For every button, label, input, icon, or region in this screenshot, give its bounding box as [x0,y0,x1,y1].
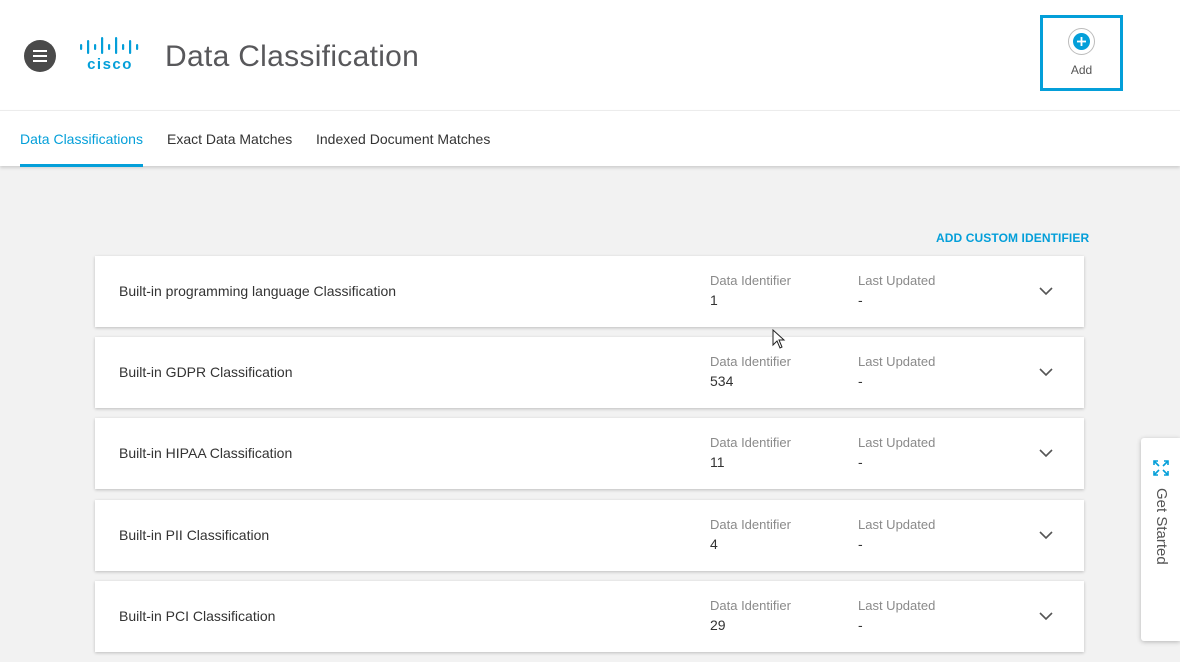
tab-indexed-document-matches[interactable]: Indexed Document Matches [316,111,490,167]
data-identifier-value: 4 [710,536,718,552]
classification-name: Built-in GDPR Classification [119,364,293,380]
expand-arrows-icon [1153,460,1169,476]
add-icon-ring [1068,28,1095,55]
hamburger-icon [33,50,47,62]
data-identifier-value: 1 [710,292,718,308]
get-started-label: Get Started [1153,488,1170,565]
last-updated-value: - [858,454,863,470]
last-updated-label: Last Updated [858,598,936,613]
data-identifier-value: 534 [710,373,734,389]
classification-row[interactable]: Built-in GDPR Classification Data Identi… [95,337,1084,408]
last-updated-value: - [858,292,863,308]
last-updated-value: - [858,373,863,389]
last-updated-value: - [858,536,863,552]
classification-row[interactable]: Built-in PCI Classification Data Identif… [95,581,1084,652]
chevron-down-icon[interactable] [1038,610,1054,622]
classification-row[interactable]: Built-in PII Classification Data Identif… [95,500,1084,571]
cisco-logo: cisco [79,37,141,71]
classification-row[interactable]: Built-in programming language Classifica… [95,256,1084,327]
classification-name: Built-in PII Classification [119,527,270,543]
tab-data-classifications[interactable]: Data Classifications [20,111,143,167]
add-button-label: Add [1070,63,1093,77]
last-updated-label: Last Updated [858,354,936,369]
page-title: Data Classification [165,40,420,73]
data-identifier-value: 29 [710,617,726,633]
tab-exact-data-matches[interactable]: Exact Data Matches [167,111,292,167]
plus-circle-icon [1073,33,1090,50]
add-custom-identifier-link[interactable]: ADD CUSTOM IDENTIFIER [936,231,1089,245]
app-header: cisco Data Classification Add [0,0,1180,110]
last-updated-label: Last Updated [858,517,936,532]
data-identifier-value: 11 [710,454,725,470]
menu-button[interactable] [24,40,56,72]
classification-name: Built-in HIPAA Classification [119,445,293,461]
mouse-pointer-icon [772,328,786,354]
get-started-panel-tab[interactable]: Get Started [1141,438,1180,641]
chevron-down-icon[interactable] [1038,447,1054,459]
svg-text:cisco: cisco [87,56,133,71]
data-identifier-label: Data Identifier [710,598,791,613]
data-identifier-label: Data Identifier [710,435,791,450]
add-button[interactable]: Add [1040,15,1123,91]
chevron-down-icon[interactable] [1038,529,1054,541]
last-updated-label: Last Updated [858,435,936,450]
data-identifier-label: Data Identifier [710,354,791,369]
data-identifier-label: Data Identifier [710,273,791,288]
chevron-down-icon[interactable] [1038,285,1054,297]
tab-bar: Data Classifications Exact Data Matches … [0,110,1180,167]
last-updated-value: - [858,617,863,633]
classification-row[interactable]: Built-in HIPAA Classification Data Ident… [95,418,1084,489]
chevron-down-icon[interactable] [1038,366,1054,378]
last-updated-label: Last Updated [858,273,936,288]
classification-name: Built-in PCI Classification [119,608,276,624]
data-identifier-label: Data Identifier [710,517,791,532]
classification-name: Built-in programming language Classifica… [119,283,397,299]
